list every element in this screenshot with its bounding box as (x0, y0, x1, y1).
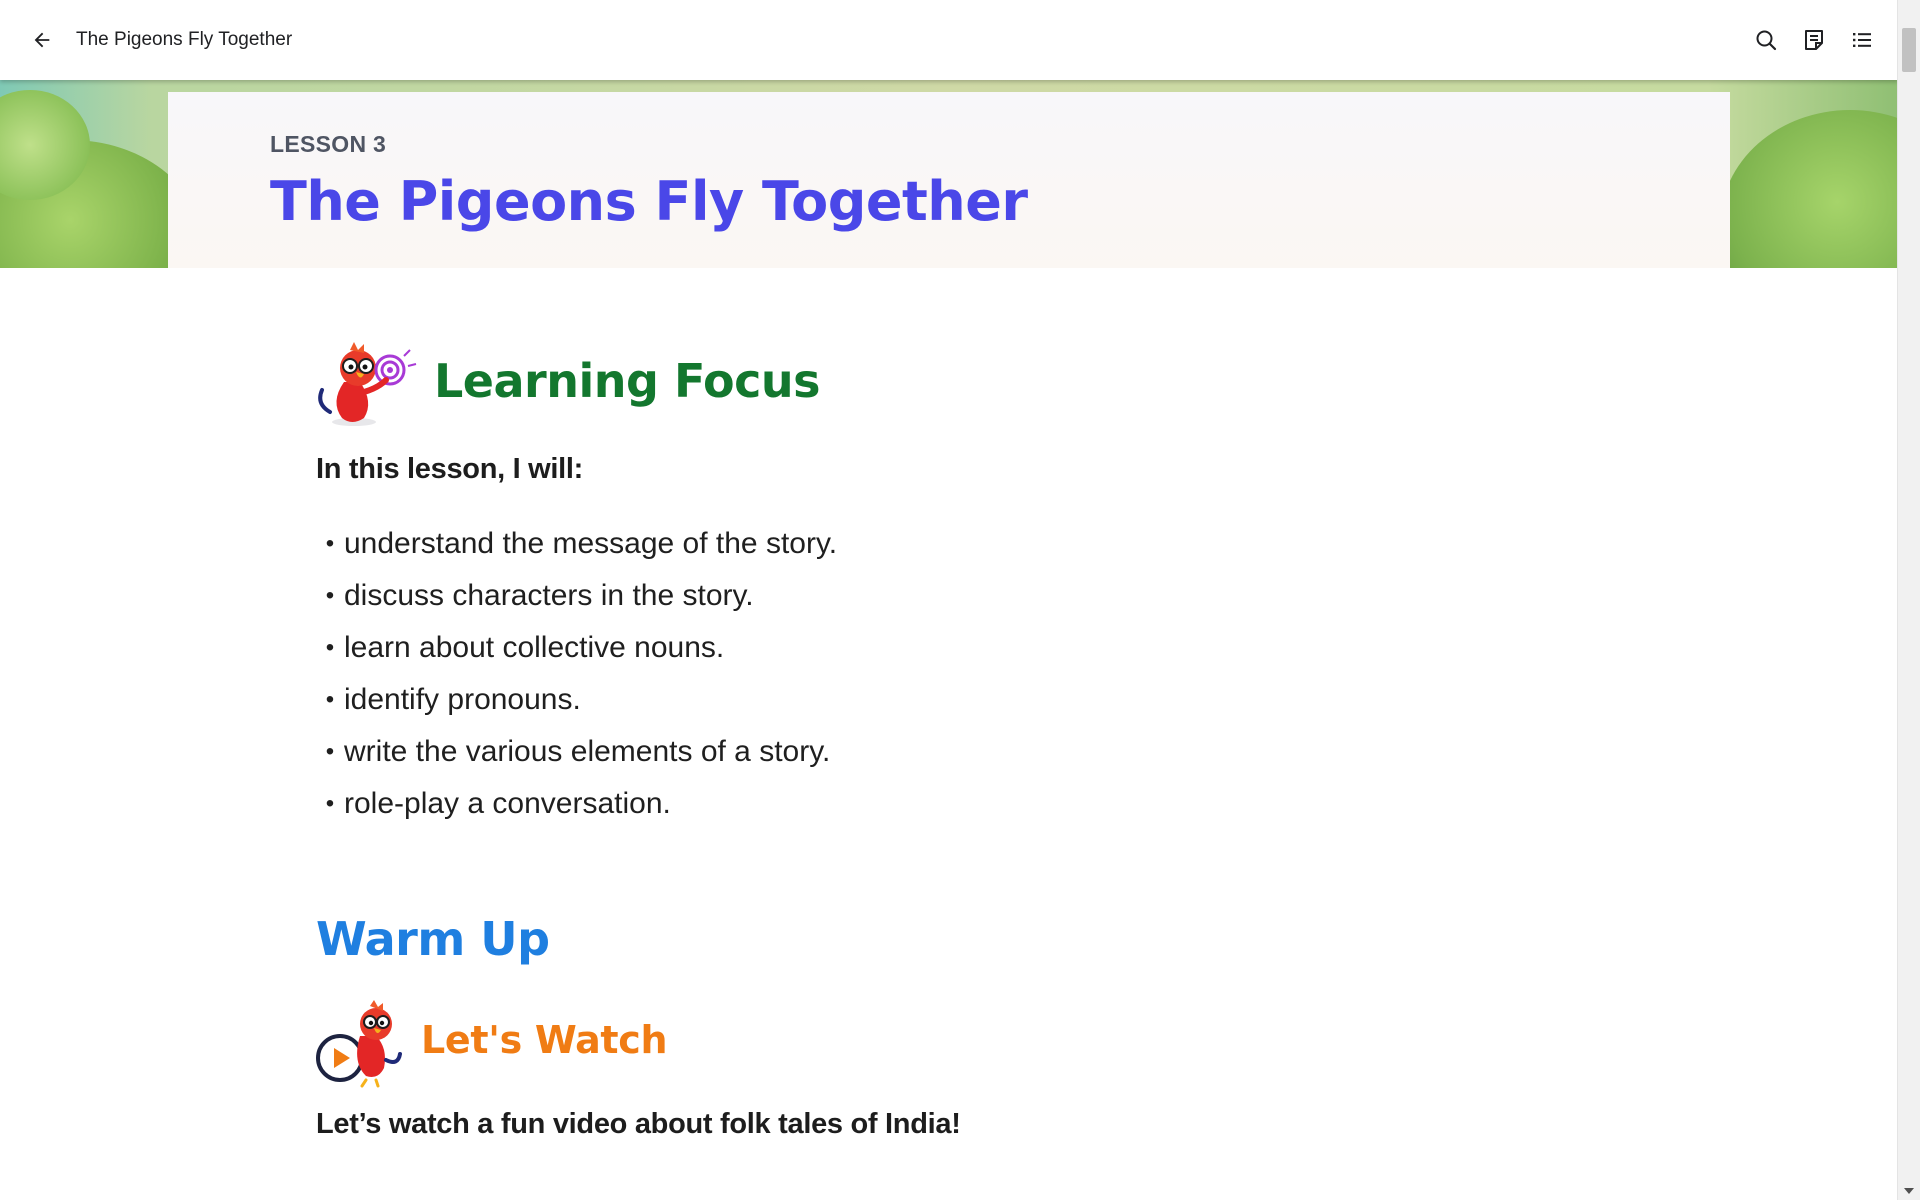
list-item: • discuss characters in the story. (316, 570, 837, 622)
scroll-down-arrow-icon[interactable] (1904, 1188, 1914, 1194)
bush-right-decoration (1720, 110, 1898, 268)
goal-text: identify pronouns. (344, 683, 581, 716)
learning-focus-heading: Learning Focus (434, 354, 821, 408)
lets-watch-text: Let’s watch a fun video about folk tales… (316, 1108, 961, 1140)
bullet: • (325, 790, 335, 817)
bullet: • (325, 634, 335, 661)
list-item: • write the various elements of a story. (316, 726, 837, 778)
learning-goals-list: • understand the message of the story. • d… (316, 518, 837, 830)
bullet: • (325, 686, 335, 713)
bullet: • (325, 738, 335, 765)
goal-text: learn about collective nouns. (344, 631, 725, 664)
search-button[interactable] (1750, 24, 1782, 56)
list-item: • role-play a conversation. (316, 778, 837, 830)
bullet: • (325, 530, 335, 557)
top-app-bar: The Pigeons Fly Together (0, 0, 1898, 80)
bullet: • (325, 582, 335, 609)
list-icon (1853, 33, 1871, 47)
scrollbar-thumb[interactable] (1902, 28, 1916, 72)
notes-icon (1805, 30, 1823, 50)
goal-text: understand the message of the story. (344, 527, 838, 560)
goal-text: write the various elements of a story. (344, 735, 831, 768)
scrollbar[interactable] (1897, 0, 1920, 1200)
app-title: The Pigeons Fly Together (76, 29, 293, 50)
back-button[interactable] (26, 24, 58, 56)
goal-text: discuss characters in the story. (344, 579, 754, 612)
lesson-number: LESSON 3 (270, 131, 387, 157)
list-item: • identify pronouns. (316, 674, 837, 726)
lesson-title: The Pigeons Fly Together (270, 170, 1028, 233)
learning-focus-intro: In this lesson, I will: (316, 453, 584, 485)
notes-button[interactable] (1798, 24, 1830, 56)
table-of-contents-button[interactable] (1846, 24, 1878, 56)
goal-text: role-play a conversation. (344, 787, 671, 820)
lets-watch-heading: Let's Watch (421, 1018, 668, 1062)
parrot-target-mascot-icon (318, 342, 417, 426)
parrot-play-mascot-icon (316, 1000, 402, 1088)
arrow-left-icon (34, 32, 50, 48)
list-item: • learn about collective nouns. (316, 622, 837, 674)
warm-up-heading: Warm Up (316, 912, 550, 966)
search-icon (1756, 30, 1777, 51)
list-item: • understand the message of the story. (316, 518, 837, 570)
